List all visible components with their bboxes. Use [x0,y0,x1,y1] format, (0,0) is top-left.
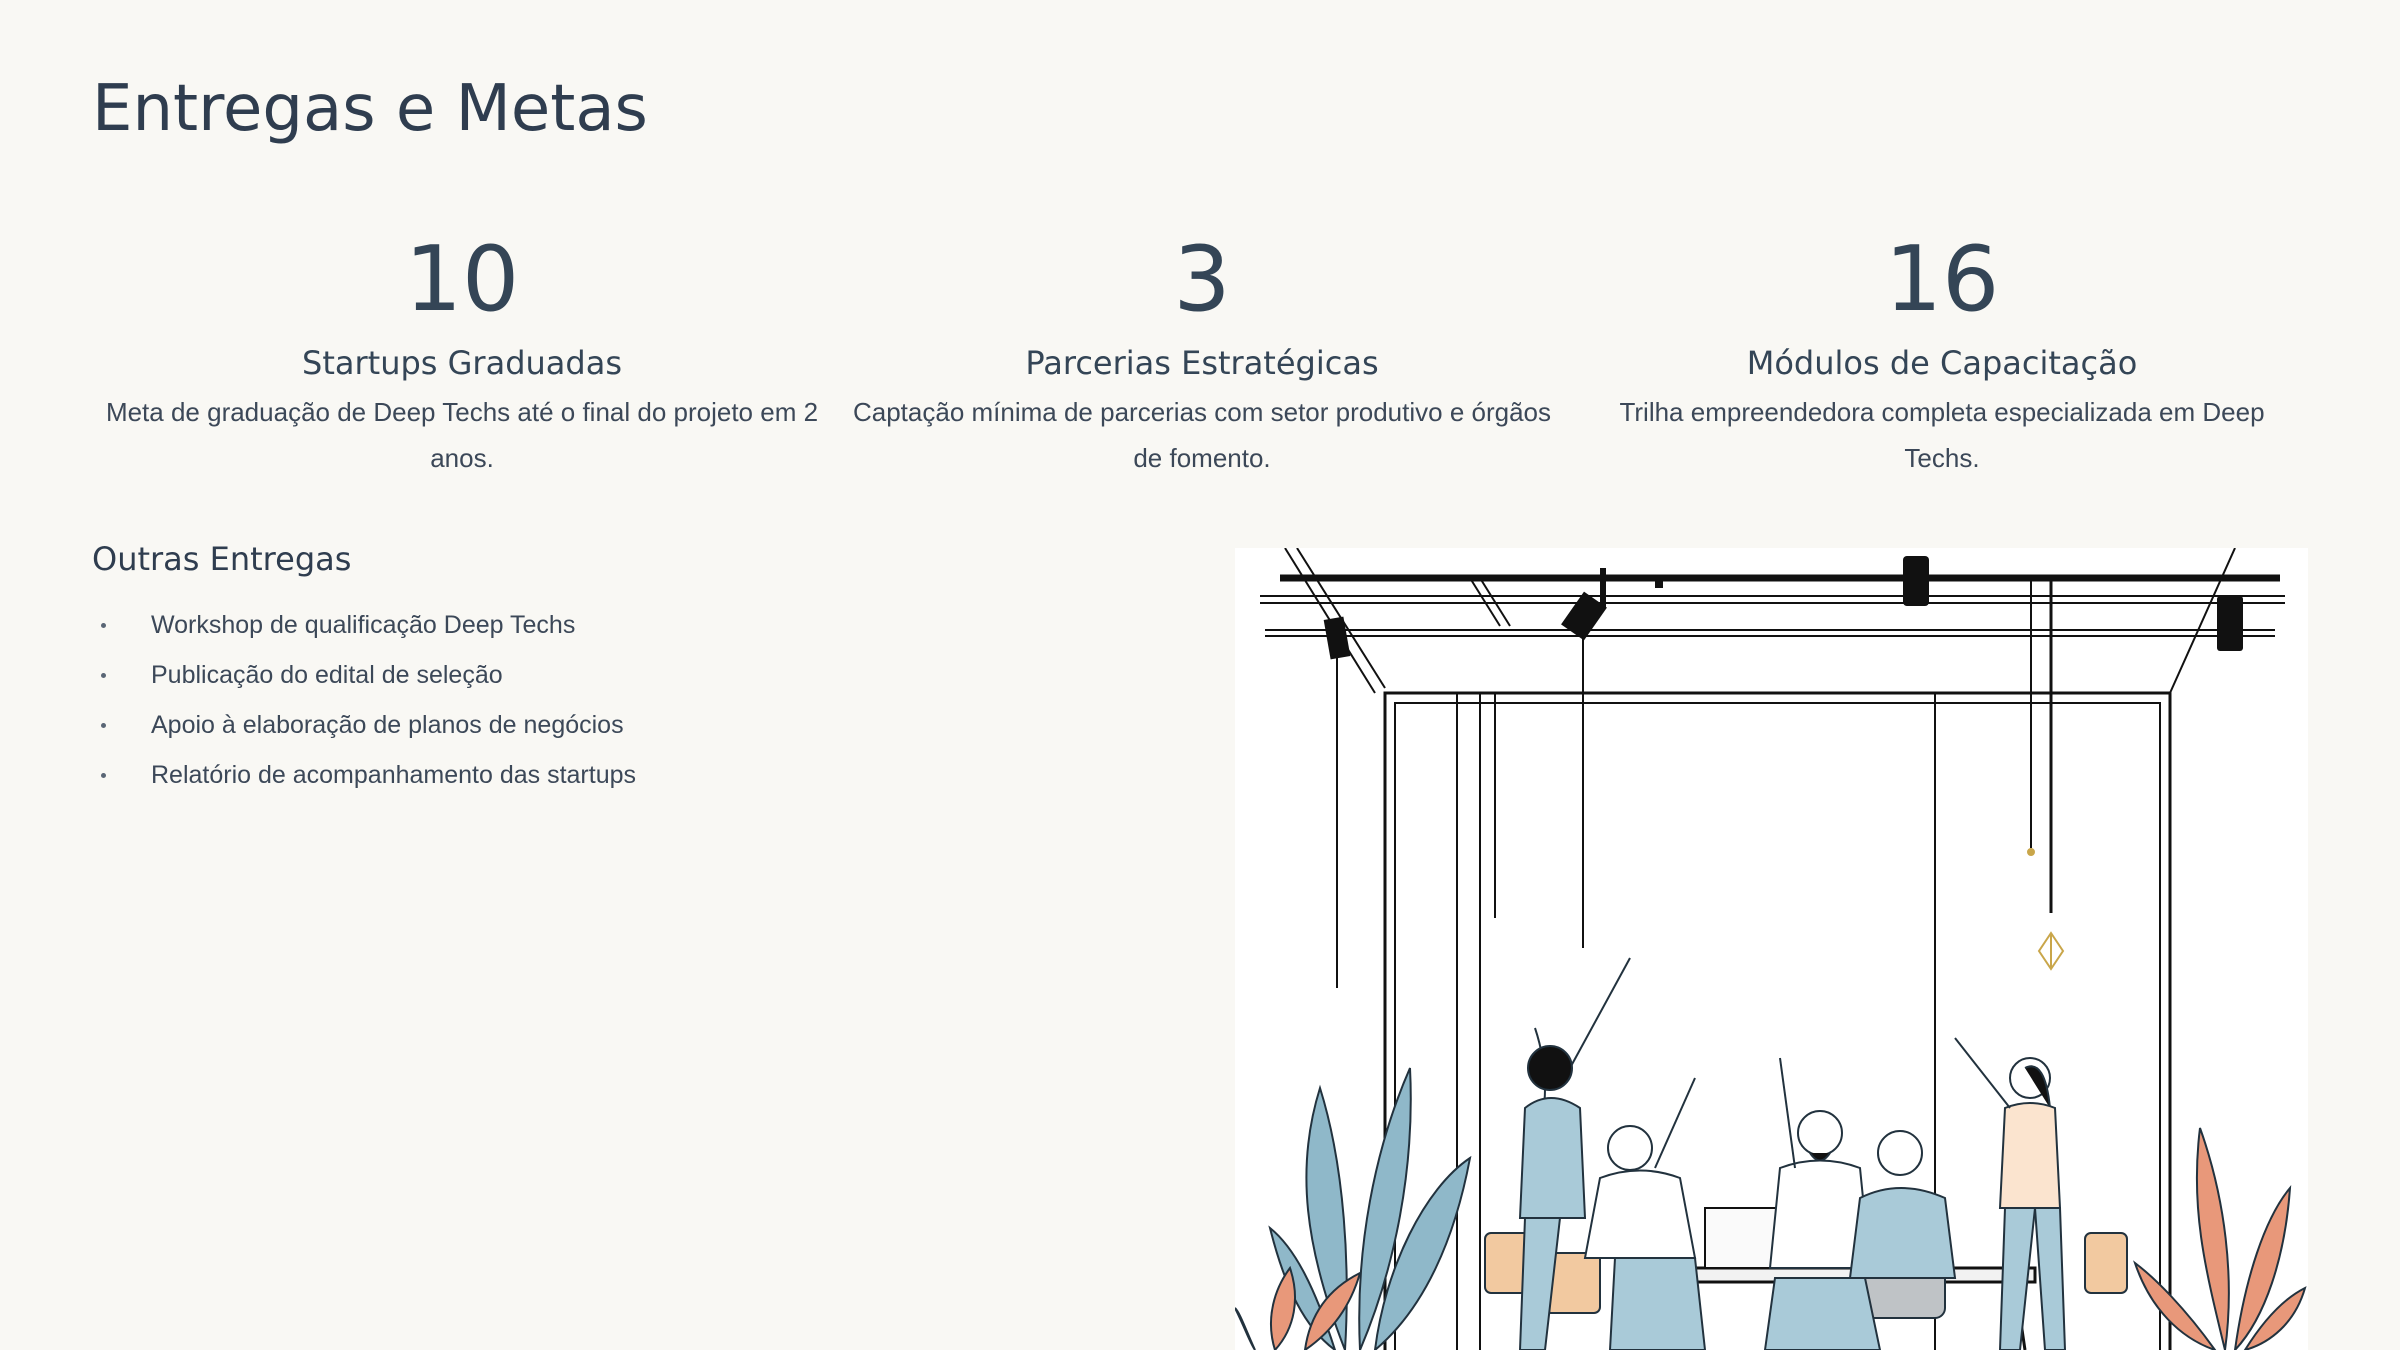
stat-description: Meta de graduação de Deep Techs até o fi… [105,397,819,473]
stat-startups: 10 Startups Graduadas Meta de graduação … [92,225,832,481]
section-title: Outras Entregas [92,540,352,578]
stat-label: Parcerias Estratégicas [1025,344,1379,382]
coworking-celebration-illustration [1235,548,2308,1350]
stat-value: 10 [404,227,520,332]
stats-row: 10 Startups Graduadas Meta de graduação … [92,225,2312,481]
stat-label: Startups Graduadas [302,344,622,382]
stat-value: 16 [1884,227,2000,332]
list-item: Apoio à elaboração de planos de negócios [92,700,1092,750]
list-item: Publicação do edital de seleção [92,650,1092,700]
stat-parcerias: 3 Parcerias Estratégicas Captação mínima… [832,225,1572,481]
stat-description: Captação mínima de parcerias com setor p… [852,397,1551,473]
stat-description: Trilha empreendedora completa especializ… [1619,397,2265,473]
list-item: Workshop de qualificação Deep Techs [92,600,1092,650]
stat-value: 3 [1173,227,1231,332]
page-title: Entregas e Metas [92,72,648,146]
other-deliverables: Outras Entregas Workshop de qualificação… [92,540,1092,800]
stat-modulos: 16 Módulos de Capacitação Trilha empreen… [1572,225,2312,481]
coworking-illustration [1235,548,2308,1350]
stat-label: Módulos de Capacitação [1746,344,2138,382]
deliverables-list: Workshop de qualificação Deep Techs Publ… [92,600,1092,800]
list-item: Relatório de acompanhamento das startups [92,750,1092,800]
